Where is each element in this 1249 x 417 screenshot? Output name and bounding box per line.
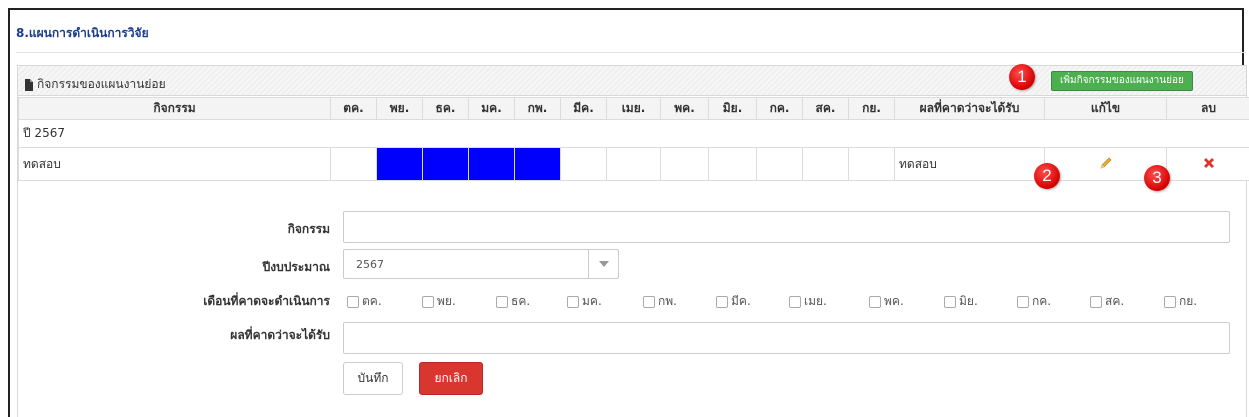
month-checkbox[interactable]: พค.	[869, 292, 904, 311]
checkbox-box[interactable]	[1090, 295, 1102, 308]
month-checkbox-label: ธค.	[511, 294, 531, 308]
checkbox-box[interactable]	[1017, 295, 1029, 308]
month-checkbox-label: กค.	[1032, 294, 1052, 308]
month-cell	[422, 147, 469, 181]
checkbox-box[interactable]	[496, 295, 508, 308]
checkbox-box[interactable]	[643, 295, 655, 308]
section-title: 8.แผนการดำเนินการวิจัย	[16, 26, 149, 40]
activity-form: กิจกรรม ปีงบประมาณ 2567 เดือนที่คาดจะดำเ…	[18, 196, 1246, 417]
month-cell	[330, 147, 377, 181]
months-label: เดือนที่คาดจะดำเนินการ	[203, 294, 330, 308]
month-checkbox-label: มค.	[582, 294, 602, 308]
col-header-month: พย.	[376, 97, 423, 120]
month-cell	[708, 147, 757, 181]
month-checkbox-label: พย.	[437, 294, 456, 308]
title-divider	[16, 52, 1246, 53]
month-checkbox-label: กย.	[1179, 294, 1198, 308]
panel-title-text: กิจกรรมของแผนงานย่อย	[37, 77, 166, 91]
activity-input[interactable]	[343, 211, 1230, 243]
budget-year-select[interactable]: 2567	[343, 249, 619, 279]
table-row: ทดสอบ ทดสอบ	[18, 147, 1249, 181]
activity-table: กิจกรรม ตค. พย. ธค. มค. กพ. มีค. เมย. พค…	[18, 97, 1249, 181]
delete-icon[interactable]	[1202, 156, 1216, 173]
month-cell	[376, 147, 423, 181]
month-checkbox-label: ตค.	[362, 294, 382, 308]
month-checkbox-label: พค.	[884, 294, 904, 308]
expected-result-label: ผลที่คาดว่าจะได้รับ	[230, 328, 330, 342]
col-header-activity: กิจกรรม	[18, 97, 331, 120]
year-group-row: ปี 2567	[18, 119, 1249, 148]
month-checkbox[interactable]: มิย.	[944, 292, 978, 311]
col-header-month: พค.	[660, 97, 709, 120]
delete-cell	[1166, 147, 1249, 181]
month-cell	[560, 147, 607, 181]
month-cell	[848, 147, 895, 181]
col-header-month: กค.	[756, 97, 803, 120]
month-checkbox[interactable]: มีค.	[716, 292, 751, 311]
col-header-month: สค.	[802, 97, 849, 120]
checkbox-box[interactable]	[716, 295, 728, 308]
month-checkbox[interactable]: กย.	[1164, 292, 1197, 311]
month-checkbox-label: เมย.	[804, 294, 827, 308]
budget-year-label: ปีงบประมาณ	[262, 260, 330, 274]
checkbox-box[interactable]	[1164, 295, 1176, 308]
panel-header: กิจกรรมของแผนงานย่อย เพิ่มกิจกรรมของแผนง…	[18, 66, 1246, 96]
callout-badge-2: 2	[1034, 163, 1060, 189]
month-cell	[802, 147, 849, 181]
month-checkbox[interactable]: ธค.	[496, 292, 530, 311]
cancel-button[interactable]: ยกเลิก	[419, 362, 483, 395]
month-checkbox-group: ตค. พย. ธค. มค. กพ. มีค. เมย. พค. มิย. ก…	[347, 292, 1237, 308]
col-header-month: ธค.	[422, 97, 469, 120]
add-activity-button[interactable]: เพิ่มกิจกรรมของแผนงานย่อย	[1051, 71, 1193, 91]
table-header-row: กิจกรรม ตค. พย. ธค. มค. กพ. มีค. เมย. พค…	[18, 97, 1249, 120]
col-header-month: กพ.	[514, 97, 561, 120]
activity-label: กิจกรรม	[287, 222, 330, 236]
save-button[interactable]: บันทึก	[343, 362, 403, 395]
col-header-month: มิย.	[708, 97, 757, 120]
document-icon	[24, 78, 34, 91]
pencil-icon[interactable]	[1099, 156, 1113, 173]
year-label: ปี 2567	[18, 119, 1249, 148]
checkbox-box[interactable]	[944, 295, 956, 308]
col-header-edit: แก้ไข	[1044, 97, 1167, 120]
month-checkbox-label: กพ.	[658, 294, 677, 308]
month-checkbox-label: มีค.	[731, 294, 751, 308]
expected-result-input[interactable]	[343, 322, 1230, 354]
month-checkbox[interactable]: กพ.	[643, 292, 677, 311]
month-checkbox[interactable]: พย.	[422, 292, 456, 311]
month-checkbox[interactable]: เมย.	[789, 292, 827, 311]
col-header-delete: ลบ	[1166, 97, 1249, 120]
callout-badge-1: 1	[1009, 64, 1035, 90]
month-checkbox-label: สค.	[1105, 294, 1125, 308]
panel-title: กิจกรรมของแผนงานย่อย	[24, 75, 166, 94]
month-checkbox[interactable]: กค.	[1017, 292, 1051, 311]
month-checkbox[interactable]: ตค.	[347, 292, 382, 311]
month-cell	[606, 147, 661, 181]
callout-badge-3: 3	[1144, 165, 1170, 191]
col-header-expected: ผลที่คาดว่าจะได้รับ	[894, 97, 1045, 120]
col-header-month: มีค.	[560, 97, 607, 120]
checkbox-box[interactable]	[869, 295, 881, 308]
col-header-month: เมย.	[606, 97, 661, 120]
checkbox-box[interactable]	[789, 295, 801, 308]
chevron-down-icon[interactable]	[588, 250, 618, 278]
checkbox-box[interactable]	[347, 295, 359, 308]
budget-year-value: 2567	[356, 258, 384, 271]
month-cell	[468, 147, 515, 181]
month-checkbox[interactable]: มค.	[567, 292, 602, 311]
col-header-month: ตค.	[330, 97, 377, 120]
col-header-month: มค.	[468, 97, 515, 120]
col-header-month: กย.	[848, 97, 895, 120]
expected-cell: ทดสอบ	[894, 147, 1045, 181]
checkbox-box[interactable]	[422, 295, 434, 308]
month-checkbox[interactable]: สค.	[1090, 292, 1124, 311]
checkbox-box[interactable]	[567, 295, 579, 308]
subplan-activities-panel: กิจกรรมของแผนงานย่อย เพิ่มกิจกรรมของแผนง…	[17, 65, 1249, 417]
month-checkbox-label: มิย.	[959, 294, 978, 308]
month-cell	[660, 147, 709, 181]
activity-cell: ทดสอบ	[18, 147, 331, 181]
month-cell	[514, 147, 561, 181]
month-cell	[756, 147, 803, 181]
